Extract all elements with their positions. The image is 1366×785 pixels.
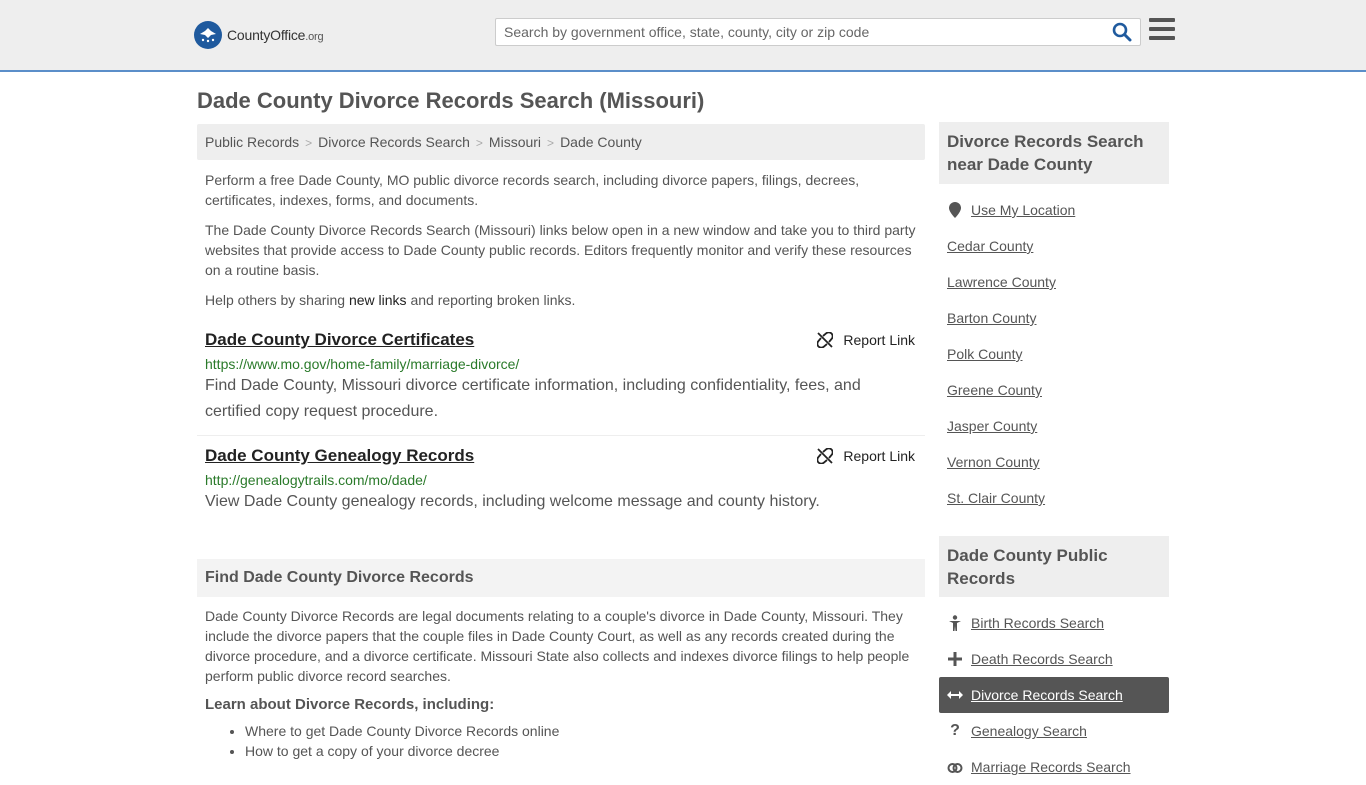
list-item: How to get a copy of your divorce decree — [245, 741, 925, 761]
plus-icon — [947, 652, 963, 666]
nearby-heading: Divorce Records Search near Dade County — [939, 122, 1169, 184]
result-item: Dade County Genealogy Records Report Lin… — [197, 446, 925, 515]
sidebar-item-divorce-records[interactable]: Divorce Records Search — [939, 677, 1169, 713]
breadcrumb-separator-icon: > — [305, 136, 313, 150]
result-description: View Dade County genealogy records, incl… — [205, 493, 820, 510]
result-title-link[interactable]: Dade County Genealogy Records — [205, 446, 474, 466]
sidebar-item-lawrence-county[interactable]: Lawrence County — [939, 264, 1169, 300]
result-description: Find Dade County, Missouri divorce certi… — [205, 377, 861, 420]
menu-icon[interactable] — [1149, 18, 1175, 44]
new-links-link[interactable]: new links — [349, 292, 407, 308]
report-link-label: Report Link — [843, 448, 915, 464]
use-location-link[interactable]: Use My Location — [971, 202, 1075, 218]
county-link[interactable]: Vernon County — [947, 454, 1040, 470]
public-records-heading: Dade County Public Records — [939, 536, 1169, 597]
breadcrumb: Public Records > Divorce Records Search > Mi… — [197, 124, 925, 160]
search-box — [495, 18, 1141, 46]
sidebar-item-st-clair-county[interactable]: St. Clair County — [939, 480, 1169, 516]
logo-tld: .org — [305, 31, 324, 43]
county-link[interactable]: St. Clair County — [947, 490, 1045, 506]
intro-paragraph: The Dade County Divorce Records Search (… — [205, 222, 916, 278]
sidebar-item-barton-county[interactable]: Barton County — [939, 300, 1169, 336]
site-logo[interactable]: CountyOffice.org — [194, 21, 324, 49]
result-item: Dade County Divorce Certificates Report … — [197, 330, 925, 436]
logo-brand: CountyOffice — [227, 27, 306, 43]
sidebar-item-greene-county[interactable]: Greene County — [939, 372, 1169, 408]
report-link-button[interactable]: Report Link — [817, 332, 915, 348]
nearby-list: Use My Location Cedar County Lawrence Co… — [939, 192, 1169, 516]
county-link[interactable]: Barton County — [947, 310, 1037, 326]
marriage-records-link[interactable]: Marriage Records Search — [971, 759, 1131, 775]
person-icon — [947, 615, 963, 631]
breadcrumb-dade-county[interactable]: Dade County — [560, 134, 642, 150]
find-section: Dade County Divorce Records are legal do… — [197, 606, 925, 761]
county-link[interactable]: Cedar County — [947, 238, 1033, 254]
county-link[interactable]: Lawrence County — [947, 274, 1056, 290]
sidebar-item-vernon-county[interactable]: Vernon County — [939, 444, 1169, 480]
sidebar-item-death-records[interactable]: Death Records Search — [939, 641, 1169, 677]
sidebar-item-genealogy[interactable]: ? Genealogy Search — [939, 713, 1169, 749]
broken-link-icon — [817, 448, 834, 464]
divorce-records-link[interactable]: Divorce Records Search — [971, 687, 1123, 703]
report-link-label: Report Link — [843, 332, 915, 348]
genealogy-link[interactable]: Genealogy Search — [971, 723, 1087, 739]
search-icon[interactable] — [1112, 22, 1134, 44]
sidebar-item-cedar-county[interactable]: Cedar County — [939, 228, 1169, 264]
search-input[interactable] — [496, 19, 1096, 45]
breadcrumb-divorce-records-search[interactable]: Divorce Records Search — [318, 134, 470, 150]
breadcrumb-missouri[interactable]: Missouri — [489, 134, 541, 150]
report-link-button[interactable]: Report Link — [817, 448, 915, 464]
broken-link-icon — [817, 332, 834, 348]
county-link[interactable]: Greene County — [947, 382, 1042, 398]
use-location-item[interactable]: Use My Location — [939, 192, 1169, 228]
sidebar-item-polk-county[interactable]: Polk County — [939, 336, 1169, 372]
learn-heading: Learn about Divorce Records, including: — [205, 696, 495, 713]
result-title-link[interactable]: Dade County Divorce Certificates — [205, 330, 474, 350]
breadcrumb-separator-icon: > — [547, 136, 555, 150]
double-arrow-icon — [947, 690, 963, 700]
page-title: Dade County Divorce Records Search (Miss… — [197, 88, 705, 113]
find-section-heading: Find Dade County Divorce Records — [197, 559, 925, 597]
result-url: https://www.mo.gov/home-family/marriage-… — [205, 356, 520, 372]
location-pin-icon — [947, 202, 963, 218]
site-header: CountyOffice.org — [0, 0, 1366, 72]
rings-icon — [947, 761, 963, 773]
public-records-list: Birth Records Search Death Records Searc… — [939, 605, 1169, 785]
breadcrumb-public-records[interactable]: Public Records — [205, 134, 299, 150]
sidebar-item-marriage-records[interactable]: Marriage Records Search — [939, 749, 1169, 785]
find-section-body: Dade County Divorce Records are legal do… — [205, 608, 910, 684]
result-url: http://genealogytrails.com/mo/dade/ — [205, 472, 427, 488]
county-link[interactable]: Polk County — [947, 346, 1022, 362]
question-icon: ? — [950, 722, 960, 739]
breadcrumb-separator-icon: > — [475, 136, 483, 150]
death-records-link[interactable]: Death Records Search — [971, 651, 1113, 667]
birth-records-link[interactable]: Birth Records Search — [971, 615, 1104, 631]
list-item: Where to get Dade County Divorce Records… — [245, 721, 925, 741]
county-link[interactable]: Jasper County — [947, 418, 1037, 434]
learn-list: Where to get Dade County Divorce Records… — [197, 721, 925, 761]
help-paragraph: Help others by sharing new links and rep… — [205, 292, 576, 308]
main-content: Perform a free Dade County, MO public di… — [197, 170, 925, 515]
intro-paragraph: Perform a free Dade County, MO public di… — [205, 172, 860, 208]
sidebar-item-jasper-county[interactable]: Jasper County — [939, 408, 1169, 444]
sidebar-item-birth-records[interactable]: Birth Records Search — [939, 605, 1169, 641]
logo-seal-icon — [194, 21, 222, 49]
